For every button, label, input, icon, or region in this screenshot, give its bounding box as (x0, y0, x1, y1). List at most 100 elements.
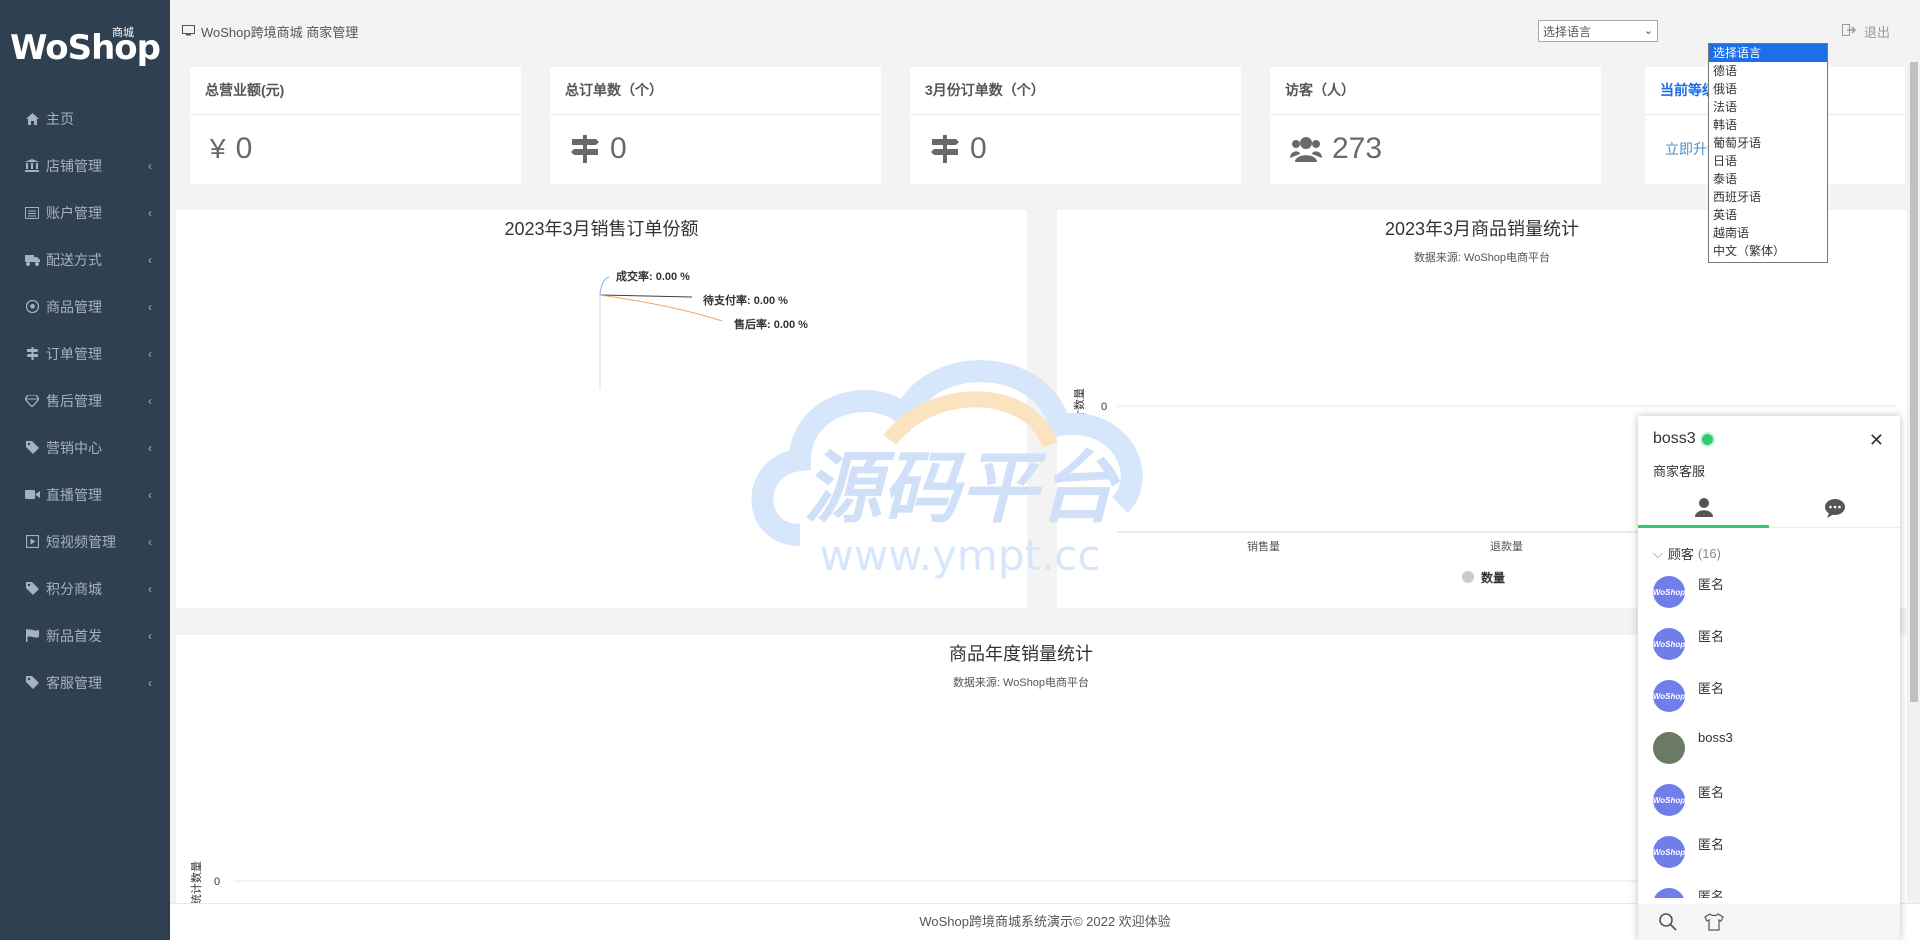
avatar (1653, 732, 1685, 764)
pie-label: 成交率: 0.00 % (616, 269, 690, 283)
users-icon (1290, 136, 1322, 162)
sidebar-item-7[interactable]: 营销中心 ‹ (0, 424, 170, 471)
tab-messages[interactable] (1769, 488, 1900, 528)
avatar: WoShop (1653, 888, 1685, 898)
contact-name: 匿名 (1698, 889, 1725, 898)
video-icon (24, 488, 40, 502)
play-icon (24, 535, 40, 549)
chat-footer (1638, 904, 1900, 940)
language-select-value: 选择语言 (1543, 24, 1592, 39)
contact-item[interactable]: WoShop 匿名 (1638, 620, 1900, 672)
sidebar-item-0[interactable]: 主页 (0, 95, 170, 142)
monitor-icon (182, 24, 195, 39)
legend-label[interactable]: 数量 (1481, 570, 1505, 585)
sidebar-item-5[interactable]: 订单管理 ‹ (0, 330, 170, 377)
group-count: (16) (1697, 546, 1721, 561)
search-icon[interactable] (1658, 912, 1678, 932)
tab-contacts[interactable] (1638, 488, 1769, 528)
sidebar-item-label: 新品首发 (46, 627, 102, 644)
contact-item[interactable]: WoShop 匿名 (1638, 880, 1900, 898)
language-option[interactable]: 韩语 (1709, 116, 1827, 134)
sidebar-item-1[interactable]: 店铺管理 ‹ (0, 142, 170, 189)
language-option[interactable]: 越南语 (1709, 224, 1827, 242)
card-title: 总订单数（个） (550, 67, 881, 115)
diamond-icon (24, 394, 40, 408)
brand-logo[interactable]: WoShop 商城 (0, 0, 170, 95)
sidebar-item-3[interactable]: 配送方式 ‹ (0, 236, 170, 283)
chevron-left-icon: ‹ (148, 346, 152, 361)
logout-label: 退出 (1864, 25, 1891, 40)
contact-item[interactable]: WoShop 匿名 (1638, 568, 1900, 620)
contact-item[interactable]: WoShop 匿名 (1638, 828, 1900, 880)
contact-name: 匿名 (1698, 577, 1725, 592)
contact-name: boss3 (1698, 730, 1733, 745)
page-scrollbar[interactable] (1908, 62, 1920, 940)
contact-item[interactable]: boss3 (1638, 724, 1900, 776)
avatar: WoShop (1653, 836, 1685, 868)
tag-icon (24, 441, 40, 455)
breadcrumb: WoShop跨境商城 商家管理 (182, 22, 358, 41)
sidebar: WoShop 商城 主页 店铺管理 ‹ 账户管理 ‹ 配送方式 ‹ 商品管理 ‹ 订单管理 ‹ 售后管… (0, 0, 170, 940)
card-value: 273 (1270, 115, 1601, 183)
language-option[interactable]: 西班牙语 (1709, 188, 1827, 206)
card-visitors: 访客（人） 273 (1270, 67, 1601, 184)
card-month-orders: 3月份订单数（个） 0 (910, 67, 1241, 184)
pie-chart-panel: 2023年3月销售订单份额 成交率: 0.00 % 待支付率: 0.00 % 售… (176, 210, 1027, 608)
soccer-icon (24, 300, 40, 314)
sign-out-icon (1842, 24, 1857, 39)
language-option[interactable]: 中文（繁体） (1709, 242, 1827, 260)
logout-button[interactable]: 退出 (1842, 22, 1890, 41)
sidebar-item-9[interactable]: 短视频管理 ‹ (0, 518, 170, 565)
language-option[interactable]: 选择语言 (1709, 44, 1827, 62)
x-tick-label: 销售量 (1247, 539, 1280, 553)
user-icon (1694, 497, 1713, 517)
contact-name: 匿名 (1698, 681, 1725, 696)
chat-user-name: boss3 (1653, 430, 1696, 447)
language-dropdown: 选择语言 德语 俄语 法语 韩语 葡萄牙语 日语 泰语 西班牙语 英语 越南语 中文（繁体） (1708, 43, 1828, 263)
sidebar-item-6[interactable]: 售后管理 ‹ (0, 377, 170, 424)
y-tick-label: 0 (214, 876, 220, 888)
shirt-icon[interactable] (1704, 913, 1724, 931)
sidebar-item-label: 订单管理 (46, 345, 102, 362)
yen-icon: ¥ (210, 133, 226, 164)
sidebar-item-4[interactable]: 商品管理 ‹ (0, 283, 170, 330)
language-option[interactable]: 英语 (1709, 206, 1827, 224)
sidebar-item-label: 主页 (46, 110, 74, 127)
language-option[interactable]: 葡萄牙语 (1709, 134, 1827, 152)
chevron-left-icon: ‹ (148, 440, 152, 455)
chat-bubble-icon (1824, 499, 1845, 518)
language-option[interactable]: 俄语 (1709, 80, 1827, 98)
sidebar-item-label: 商品管理 (46, 298, 102, 315)
language-option[interactable]: 德语 (1709, 62, 1827, 80)
chat-user: boss3 (1653, 430, 1713, 448)
close-icon[interactable]: ✕ (1869, 430, 1884, 451)
sidebar-item-12[interactable]: 客服管理 ‹ (0, 659, 170, 706)
sidebar-item-10[interactable]: 积分商城 ‹ (0, 565, 170, 612)
chevron-left-icon: ‹ (148, 487, 152, 502)
signpost-icon (570, 135, 600, 163)
sidebar-item-label: 账户管理 (46, 204, 102, 221)
card-total-orders: 总订单数（个） 0 (550, 67, 881, 184)
contact-name: 匿名 (1698, 785, 1725, 800)
contact-item[interactable]: WoShop 匿名 (1638, 672, 1900, 724)
card-value: ¥ 0 (190, 115, 521, 183)
language-option[interactable]: 日语 (1709, 152, 1827, 170)
language-option[interactable]: 泰语 (1709, 170, 1827, 188)
contact-item[interactable]: WoShop 匿名 (1638, 776, 1900, 828)
x-tick-label: 退款量 (1490, 539, 1523, 553)
avatar: WoShop (1653, 784, 1685, 816)
legend-marker[interactable] (1462, 571, 1474, 583)
contact-group-header[interactable]: ⌵ 顾客 (16) (1653, 544, 1721, 563)
language-option[interactable]: 法语 (1709, 98, 1827, 116)
sidebar-item-8[interactable]: 直播管理 ‹ (0, 471, 170, 518)
language-select[interactable]: 选择语言 ⌄ (1538, 20, 1658, 42)
card-value-number: 0 (235, 132, 253, 165)
sidebar-item-2[interactable]: 账户管理 ‹ (0, 189, 170, 236)
scrollbar-thumb[interactable] (1910, 62, 1918, 702)
brand-tag: 商城 (112, 26, 134, 39)
chevron-left-icon: ‹ (148, 534, 152, 549)
sidebar-item-11[interactable]: 新品首发 ‹ (0, 612, 170, 659)
card-value: 0 (910, 115, 1241, 183)
chevron-left-icon: ‹ (148, 158, 152, 173)
chevron-left-icon: ‹ (148, 252, 152, 267)
